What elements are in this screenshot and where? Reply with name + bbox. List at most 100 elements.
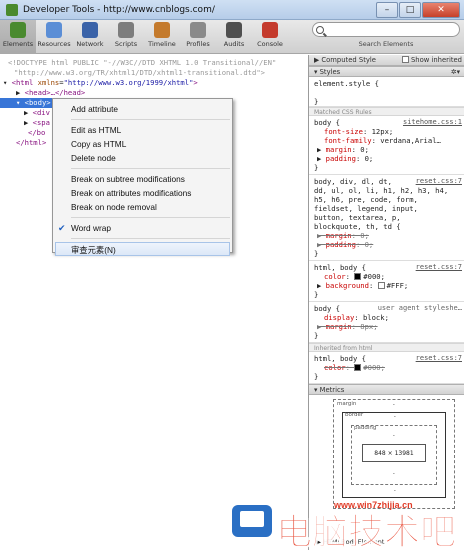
box-content-size[interactable]: 848 × 13981 <box>362 444 426 462</box>
color-swatch[interactable] <box>377 282 385 289</box>
css-rule[interactable]: body {sitehome.css:1 font-size: 12px; font… <box>309 116 464 175</box>
toolbar-label: Scripts <box>114 40 138 48</box>
menu-item-copy-as-html[interactable]: Copy as HTML <box>53 137 232 151</box>
styles-header[interactable]: ▾ Styles ✲▾ <box>309 66 464 77</box>
prop-value: 0; <box>360 145 369 154</box>
doctype-line[interactable]: <!DOCTYPE html PUBLIC "-//W3C//DTD XHTML… <box>0 58 308 68</box>
expand-triangle-icon[interactable]: ▾ <box>3 78 7 87</box>
maximize-button[interactable]: □ <box>399 1 421 18</box>
color-swatch[interactable] <box>354 364 362 371</box>
css-property[interactable]: ▶ background: #FFF; <box>314 281 460 290</box>
toolbar-label: Elements <box>2 40 34 48</box>
toolbar-elements-button[interactable]: Elements <box>0 20 36 54</box>
menu-item-edit-as-html[interactable]: Edit as HTML <box>53 123 232 137</box>
collapsed-triangle-icon[interactable]: ▶ <box>317 145 326 154</box>
inherited-rule-source-link[interactable]: reset.css:7 <box>416 354 462 362</box>
box-border-bottom: - <box>393 487 397 494</box>
menu-item-break-subtree[interactable]: Break on subtree modifications <box>53 172 232 186</box>
toolbar-resources-button[interactable]: Resources <box>36 20 72 54</box>
menu-item-break-removal[interactable]: Break on node removal <box>53 200 232 214</box>
css-property[interactable]: ▶ padding: 0; <box>314 240 460 249</box>
rule-close-brace: } <box>314 372 319 381</box>
html-tag: <html <box>11 78 34 87</box>
menu-separator <box>71 168 230 169</box>
rule-source-link[interactable]: sitehome.css:1 <box>403 118 462 126</box>
toolbar-profiles-button[interactable]: Profiles <box>180 20 216 54</box>
expand-triangle-icon[interactable]: ▾ <box>16 98 20 107</box>
expand-triangle-icon: ▾ <box>314 68 318 76</box>
collapsed-triangle-icon[interactable]: ▶ <box>317 231 326 240</box>
collapsed-triangle-icon[interactable]: ▶ <box>317 240 326 249</box>
css-rule[interactable]: body, div, dl, dt, reset.css:7 dd, ul, ol,… <box>309 175 464 261</box>
html-close-tag: </html> <box>16 138 47 147</box>
css-rule[interactable]: body {user agent styleshe… display: block… <box>309 302 464 343</box>
title-bar: Developer Tools - http://www.cnblogs.com… <box>0 0 464 20</box>
toolbar-audits-button[interactable]: Audits <box>216 20 252 54</box>
toolbar-scripts-button[interactable]: Scripts <box>108 20 144 54</box>
head-node[interactable]: ▶ <head>…</head> <box>0 88 308 98</box>
computed-style-header[interactable]: ▶ Computed Style Show inherited <box>309 55 464 66</box>
prop-name: padding <box>325 240 356 249</box>
rule-source-link[interactable]: user agent styleshe… <box>378 304 462 312</box>
elements-icon <box>10 22 26 38</box>
prop-value: #FFF; <box>386 281 409 290</box>
css-property[interactable]: display: block; <box>314 313 460 322</box>
menu-item-break-attributes[interactable]: Break on attributes modifications <box>53 186 232 200</box>
css-property[interactable]: ▶ padding: 0; <box>314 154 460 163</box>
context-menu: Add attribute Edit as HTML Copy as HTML … <box>52 98 233 256</box>
prop-name: margin <box>325 322 352 331</box>
menu-item-word-wrap[interactable]: ✔ Word wrap <box>53 221 232 235</box>
box-border-layer: border - padding - 848 × 13981 - - <box>342 412 446 498</box>
toolbar-label: Profiles <box>186 40 210 48</box>
toolbar-label: Network <box>76 40 104 48</box>
menu-item-inspect-element[interactable]: 审查元素(N) <box>55 242 230 256</box>
rule-source-link[interactable]: reset.css:7 <box>416 177 462 185</box>
collapsed-triangle-icon[interactable]: ▶ <box>317 281 326 290</box>
search-icon <box>316 25 324 34</box>
menu-separator <box>71 217 230 218</box>
menu-separator <box>71 238 230 239</box>
menu-item-add-attribute[interactable]: Add attribute <box>53 102 232 116</box>
prop-value: 0; <box>364 154 374 163</box>
search-box[interactable] <box>312 22 460 37</box>
css-property[interactable]: ▶ margin: 8px; <box>314 322 460 331</box>
css-property[interactable]: font-family: verdana,Arial… <box>314 136 460 145</box>
menu-item-delete-node[interactable]: Delete node <box>53 151 232 165</box>
devtools-app-icon <box>6 3 18 16</box>
element-style-rule[interactable]: element.style { } <box>309 77 464 107</box>
timeline-icon <box>154 22 170 38</box>
css-property[interactable]: font-size: 12px; <box>314 127 460 136</box>
search-input[interactable] <box>328 25 459 34</box>
css-property[interactable]: ▶ margin: 0; <box>314 145 460 154</box>
resources-icon <box>46 22 62 38</box>
inherited-rule[interactable]: html, body { reset.css:7 color: #000; } <box>309 352 464 384</box>
show-inherited-checkbox[interactable] <box>401 56 409 63</box>
box-padding-layer: padding - 848 × 13981 - <box>351 425 437 485</box>
search-elements-label: Search Elements <box>358 40 414 48</box>
collapsed-triangle-icon[interactable]: ▶ <box>24 118 28 127</box>
metrics-header[interactable]: ▾ Metrics <box>309 384 464 395</box>
collapsed-triangle-icon[interactable]: ▶ <box>317 154 326 163</box>
minimize-button[interactable]: – <box>376 1 398 18</box>
scripts-icon <box>118 22 134 38</box>
inherited-color-prop[interactable]: color: #000; <box>314 363 460 372</box>
close-button[interactable]: ✕ <box>422 1 460 18</box>
html-node[interactable]: ▾ <html xmlns="http://www.w3.org/1999/xh… <box>0 78 308 88</box>
css-property[interactable]: color: #000; <box>314 272 460 281</box>
collapsed-triangle-icon[interactable]: ▶ <box>24 108 28 117</box>
prop-value: 0; <box>364 240 374 249</box>
toolbar-console-button[interactable]: Console <box>252 20 288 54</box>
rule-source-link[interactable]: reset.css:7 <box>416 263 462 271</box>
color-swatch[interactable] <box>354 273 362 280</box>
toolbar-network-button[interactable]: Network <box>72 20 108 54</box>
html-attr-name: xmlns <box>37 78 60 87</box>
css-rule[interactable]: html, body {reset.css:7 color: #000; ▶ bac… <box>309 261 464 302</box>
toolbar-label: Audits <box>223 40 245 48</box>
collapsed-triangle-icon[interactable]: ▶ <box>317 322 326 331</box>
show-inherited-toggle[interactable]: Show inherited <box>401 55 462 66</box>
css-property[interactable]: ▶ margin: 0; <box>314 231 460 240</box>
rule-close-brace: } <box>314 331 319 340</box>
collapsed-triangle-icon[interactable]: ▶ <box>16 88 20 97</box>
toolbar-timeline-button[interactable]: Timeline <box>144 20 180 54</box>
doctype-line-2[interactable]: "http://www.w3.org/TR/xhtml1/DTD/xhtml1-… <box>0 68 308 78</box>
